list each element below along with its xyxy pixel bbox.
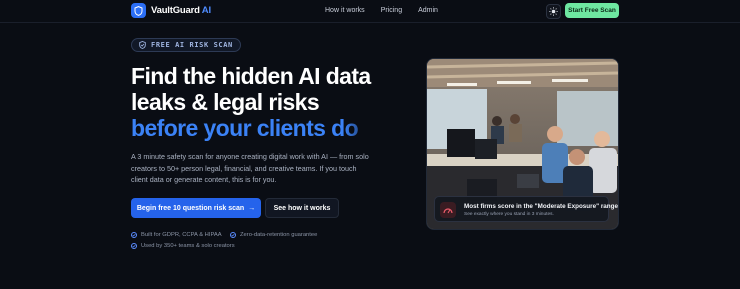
check-circle-icon: [131, 243, 137, 249]
headline-line-1: Find the hidden AI data: [131, 63, 371, 89]
trust-item-compliance: Built for GDPR, CCPA & HIPAA: [131, 232, 222, 238]
begin-risk-scan-label: Begin free 10 question risk scan: [136, 204, 245, 212]
headline-accent: before your clients do: [131, 115, 359, 141]
free-scan-badge: FREE AI RISK SCAN: [131, 38, 241, 52]
headline-line-2: leaks & legal risks: [131, 89, 320, 115]
trust-item-retention: Zero-data-retention guarantee: [230, 232, 317, 238]
badge-label: FREE AI RISK SCAN: [151, 41, 233, 49]
brand-name: VaultGuard: [151, 5, 200, 16]
trust-teams-label: Used by 350+ teams & solo creators: [141, 243, 235, 249]
arrow-right-icon: →: [248, 204, 256, 212]
top-nav: VaultGuard AI How it works Pricing Admin…: [0, 0, 740, 23]
nav-link-admin[interactable]: Admin: [418, 7, 438, 14]
callout-subtitle: See exactly where you stand in 3 minutes…: [464, 212, 554, 217]
begin-risk-scan-button[interactable]: Begin free 10 question risk scan →: [131, 198, 261, 218]
brand-suffix: AI: [201, 5, 211, 16]
see-how-it-works-button[interactable]: See how it works: [265, 198, 339, 218]
hero-description: A 3 minute safety scan for anyone creati…: [131, 152, 369, 184]
check-circle-icon: [131, 232, 137, 238]
gauge-icon: [440, 202, 456, 218]
trust-retention-label: Zero-data-retention guarantee: [240, 232, 318, 238]
trust-item-teams: Used by 350+ teams & solo creators: [131, 243, 235, 249]
theme-toggle-button[interactable]: [546, 4, 561, 19]
brand-logo[interactable]: VaultGuard AI: [131, 3, 211, 18]
nav-link-how-it-works[interactable]: How it works: [325, 7, 365, 14]
nav-link-pricing[interactable]: Pricing: [381, 7, 402, 14]
hero-headline: Find the hidden AI data leaks & legal ri…: [131, 63, 431, 141]
exposure-callout-card: Most firms score in the "Moderate Exposu…: [434, 196, 618, 222]
nav-links: How it works Pricing Admin: [325, 7, 438, 14]
start-free-scan-button[interactable]: Start Free Scan: [565, 3, 619, 18]
callout-title: Most firms score in the "Moderate Exposu…: [464, 203, 618, 210]
shield-icon: [131, 3, 146, 18]
sun-icon: [549, 7, 558, 16]
trust-compliance-label: Built for GDPR, CCPA & HIPAA: [141, 232, 222, 238]
shield-check-icon: [139, 41, 146, 49]
check-circle-icon: [230, 232, 236, 238]
